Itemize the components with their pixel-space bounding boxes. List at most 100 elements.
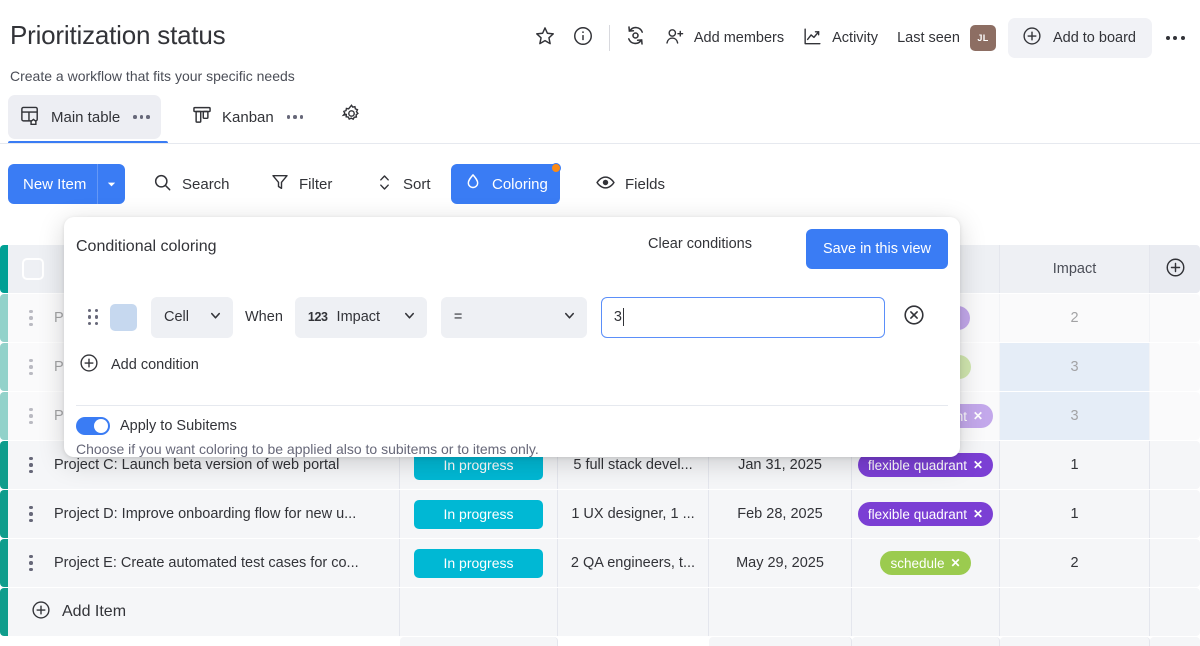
condition-row: Cell When 123 Impact = — [64, 293, 960, 341]
row-impact-cell[interactable]: 3 — [1000, 343, 1150, 391]
add-row-owner-cell — [558, 588, 709, 636]
chevron-down-icon — [403, 309, 416, 326]
when-label: When — [245, 309, 283, 325]
row-name-cell[interactable]: Project E: Create automated test cases f… — [8, 539, 400, 587]
panel-header: Conditional coloring Clear conditions Sa… — [64, 217, 960, 281]
condition-column-select[interactable]: 123 Impact — [295, 297, 427, 338]
row-end-cell — [1150, 392, 1200, 440]
fields-label: Fields — [625, 176, 665, 193]
board-info-button[interactable] — [564, 19, 602, 57]
apply-to-subitems-row: Apply to Subitems — [76, 417, 237, 435]
row-menu-button[interactable] — [8, 408, 54, 425]
add-to-board-button[interactable]: Add to board — [1008, 18, 1152, 58]
row-impact-cell[interactable]: 2 — [1000, 539, 1150, 587]
tag-remove-icon[interactable]: ✕ — [973, 507, 983, 521]
chevron-down-icon — [563, 309, 576, 326]
avatar[interactable]: JL — [970, 25, 996, 51]
tag-remove-icon[interactable]: ✕ — [973, 458, 983, 472]
board-page: Prioritization status Create a workflow … — [0, 0, 1200, 646]
table-row[interactable]: Project D: Improve onboarding flow for n… — [0, 490, 1200, 538]
row-status-cell[interactable]: In progress — [400, 490, 558, 538]
add-condition-label: Add condition — [111, 357, 199, 373]
row-status-cell[interactable]: In progress — [400, 539, 558, 587]
row-date-cell[interactable]: Feb 28, 2025 — [709, 490, 852, 538]
group-accent-bar — [0, 343, 8, 391]
row-menu-button[interactable] — [8, 506, 54, 523]
row-impact-cell[interactable]: 2 — [1000, 294, 1150, 342]
row-end-cell — [1150, 294, 1200, 342]
add-item-row[interactable]: Add Item — [0, 588, 1200, 636]
row-tag-cell[interactable]: schedule ✕ — [852, 539, 1000, 587]
add-row-impact-cell — [1000, 588, 1150, 636]
tab-main-table[interactable]: Main table — [8, 95, 161, 139]
apply-to-subitems-description: Choose if you want coloring to be applie… — [76, 441, 539, 457]
row-impact-cell[interactable]: 3 — [1000, 392, 1150, 440]
activity-button[interactable]: Activity — [793, 19, 887, 57]
row-impact-cell[interactable]: 1 — [1000, 441, 1150, 489]
apply-to-subitems-toggle[interactable] — [76, 417, 110, 435]
tag-badge: schedule ✕ — [880, 551, 970, 575]
text-cursor — [623, 308, 625, 326]
condition-color-swatch[interactable] — [110, 304, 137, 331]
automations-button[interactable] — [617, 19, 655, 57]
table-row[interactable]: Project E: Create automated test cases f… — [0, 539, 1200, 587]
page-subtitle: Create a workflow that fits your specifi… — [10, 68, 295, 84]
tab-kanban-menu[interactable] — [287, 115, 304, 119]
select-all-checkbox[interactable] — [22, 258, 44, 280]
add-members-button[interactable]: Add members — [655, 19, 793, 57]
group-accent-bar — [0, 490, 8, 538]
header-actions: Add members Activity Last seen JL — [526, 18, 1194, 58]
condition-value-input[interactable]: 3 — [601, 297, 885, 338]
row-name-cell[interactable]: Project D: Improve onboarding flow for n… — [8, 490, 400, 538]
condition-operator-select[interactable]: = — [441, 297, 587, 338]
coloring-button[interactable]: Coloring — [451, 164, 560, 204]
fields-button[interactable]: Fields — [583, 164, 677, 204]
row-end-cell — [1150, 441, 1200, 489]
row-menu-button[interactable] — [8, 555, 54, 572]
filter-button[interactable]: Filter — [258, 164, 344, 204]
group-accent-bar — [0, 539, 8, 587]
remove-condition-button[interactable] — [902, 303, 926, 332]
search-button[interactable]: Search — [140, 164, 242, 204]
chevron-down-icon[interactable] — [97, 164, 125, 204]
condition-scope-select[interactable]: Cell — [151, 297, 233, 338]
row-menu-button[interactable] — [8, 359, 54, 376]
tab-main-table-menu[interactable] — [133, 115, 150, 119]
drag-handle-icon[interactable] — [76, 309, 110, 326]
tag-remove-icon[interactable]: ✕ — [973, 409, 983, 423]
row-impact-cell[interactable]: 1 — [1000, 490, 1150, 538]
sort-button[interactable]: Sort — [363, 164, 443, 204]
coloring-active-badge — [551, 163, 561, 173]
tab-kanban[interactable]: Kanban — [180, 95, 314, 139]
conditional-coloring-panel: Conditional coloring Clear conditions Sa… — [64, 217, 960, 457]
last-seen: Last seen JL — [887, 19, 1002, 57]
row-owner-cell[interactable]: 1 UX designer, 1 ... — [558, 490, 709, 538]
group-accent-bar — [0, 441, 8, 489]
add-item-button[interactable]: Add Item — [8, 588, 400, 636]
gear-icon — [341, 103, 362, 129]
add-members-label: Add members — [694, 30, 784, 46]
panel-divider — [76, 405, 948, 406]
tag-remove-icon[interactable]: ✕ — [950, 556, 960, 570]
new-item-button[interactable]: New Item — [8, 164, 125, 204]
add-condition-button[interactable]: Add condition — [78, 352, 199, 378]
board-header: Prioritization status Create a workflow … — [0, 0, 1200, 93]
more-vertical-icon — [29, 506, 33, 523]
view-settings-button[interactable] — [333, 98, 369, 134]
save-in-this-view-button[interactable]: Save in this view — [806, 229, 948, 269]
row-tag-cell[interactable]: flexible quadrant✕ — [852, 490, 1000, 538]
activity-label: Activity — [832, 30, 878, 46]
row-menu-button[interactable] — [8, 310, 54, 327]
row-menu-button[interactable] — [8, 457, 54, 474]
board-more-options-button[interactable] — [1156, 19, 1194, 57]
tag-label: schedule — [890, 556, 944, 571]
clear-conditions-button[interactable]: Clear conditions — [648, 236, 752, 252]
row-owner-cell[interactable]: 2 QA engineers, t... — [558, 539, 709, 587]
row-date-cell[interactable]: May 29, 2025 — [709, 539, 852, 587]
plus-circle-icon — [78, 352, 100, 378]
column-header-impact[interactable]: Impact — [1000, 245, 1150, 293]
board-toolbar: New Item Search Filter — [0, 160, 1200, 212]
add-column-button[interactable] — [1150, 245, 1200, 293]
favorite-button[interactable] — [526, 19, 564, 57]
plus-circle-icon — [30, 599, 52, 626]
